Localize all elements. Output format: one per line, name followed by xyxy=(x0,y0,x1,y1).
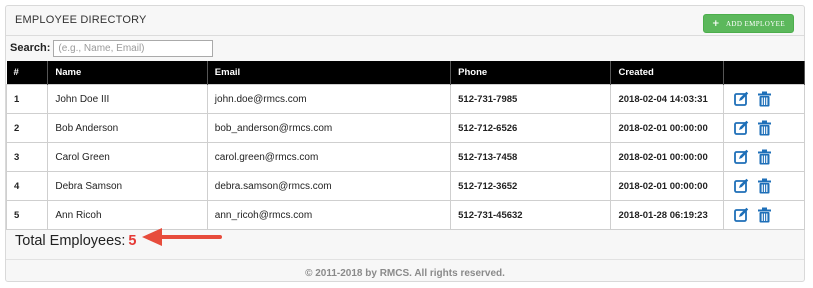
column-header-actions xyxy=(723,61,805,85)
row-created: 2018-02-01 00:00:00 xyxy=(610,113,725,143)
add-employee-label: ADD EMPLOYEE xyxy=(725,19,785,28)
panel-header: EMPLOYEE DIRECTORY + ADD EMPLOYEE xyxy=(6,6,804,36)
row-phone: 512-731-45632 xyxy=(450,200,612,230)
total-employees: Total Employees: 5 xyxy=(15,233,137,249)
table-row: 3 Carol Green carol.green@rmcs.com 512-7… xyxy=(5,142,805,172)
row-actions xyxy=(723,200,805,230)
column-header-name: Name xyxy=(47,61,208,85)
column-header-phone: Phone xyxy=(450,61,612,85)
table-header-row: # Name Email Phone Created xyxy=(6,61,805,85)
table-row: 5 Ann Ricoh ann_ricoh@rmcs.com 512-731-4… xyxy=(5,200,805,230)
employee-table: # Name Email Phone Created 1 John Doe II… xyxy=(5,61,805,230)
edit-icon[interactable] xyxy=(734,91,749,107)
row-actions xyxy=(723,171,805,201)
trash-icon[interactable] xyxy=(757,91,772,107)
row-number: 2 xyxy=(5,113,49,143)
column-header-number: # xyxy=(6,61,49,85)
row-email: ann_ricoh@rmcs.com xyxy=(206,200,452,230)
row-email: bob_anderson@rmcs.com xyxy=(206,113,452,143)
copyright-footer: © 2011-2018 by RMCS. All rights reserved… xyxy=(305,268,505,279)
employee-directory-panel: EMPLOYEE DIRECTORY + ADD EMPLOYEE Search… xyxy=(5,5,805,282)
plus-icon: + xyxy=(712,18,720,29)
row-phone: 512-731-7985 xyxy=(450,84,612,114)
edit-icon[interactable] xyxy=(734,178,749,194)
row-created: 2018-02-01 00:00:00 xyxy=(610,171,725,201)
search-row: Search: xyxy=(10,39,214,57)
table-row: 2 Bob Anderson bob_anderson@rmcs.com 512… xyxy=(5,113,805,143)
total-employees-label: Total Employees: xyxy=(15,233,126,249)
row-name: Carol Green xyxy=(47,142,208,172)
row-name: John Doe III xyxy=(47,84,208,114)
page-title: EMPLOYEE DIRECTORY xyxy=(15,14,147,26)
trash-icon[interactable] xyxy=(757,149,772,165)
add-employee-button[interactable]: + ADD EMPLOYEE xyxy=(703,14,794,33)
row-email: john.doe@rmcs.com xyxy=(206,84,452,114)
edit-icon[interactable] xyxy=(734,149,749,165)
row-actions xyxy=(723,142,805,172)
row-phone: 512-712-3652 xyxy=(450,171,612,201)
row-email: carol.green@rmcs.com xyxy=(206,142,452,172)
table-row: 1 John Doe III john.doe@rmcs.com 512-731… xyxy=(5,84,805,114)
row-number: 4 xyxy=(5,171,49,201)
search-input[interactable] xyxy=(53,39,214,57)
row-phone: 512-712-6526 xyxy=(450,113,612,143)
row-actions xyxy=(723,113,805,143)
column-header-created: Created xyxy=(610,61,725,85)
row-created: 2018-01-28 06:19:23 xyxy=(610,200,725,230)
row-number: 3 xyxy=(5,142,49,172)
trash-icon[interactable] xyxy=(757,120,772,136)
table-row: 4 Debra Samson debra.samson@rmcs.com 512… xyxy=(5,171,805,201)
trash-icon[interactable] xyxy=(757,178,772,194)
column-header-email: Email xyxy=(207,61,452,85)
search-label: Search: xyxy=(10,42,51,54)
footer-divider xyxy=(6,259,804,260)
row-created: 2018-02-04 14:03:31 xyxy=(610,84,725,114)
row-number: 1 xyxy=(5,84,49,114)
row-actions xyxy=(723,84,805,114)
total-employees-count: 5 xyxy=(128,233,137,249)
trash-icon[interactable] xyxy=(757,207,772,223)
row-created: 2018-02-01 00:00:00 xyxy=(610,142,725,172)
edit-icon[interactable] xyxy=(734,207,749,223)
edit-icon[interactable] xyxy=(734,120,749,136)
row-email: debra.samson@rmcs.com xyxy=(206,171,452,201)
annotation-arrow-icon xyxy=(142,228,222,246)
row-number: 5 xyxy=(5,200,49,230)
row-phone: 512-713-7458 xyxy=(450,142,612,172)
row-name: Debra Samson xyxy=(47,171,208,201)
row-name: Bob Anderson xyxy=(47,113,208,143)
